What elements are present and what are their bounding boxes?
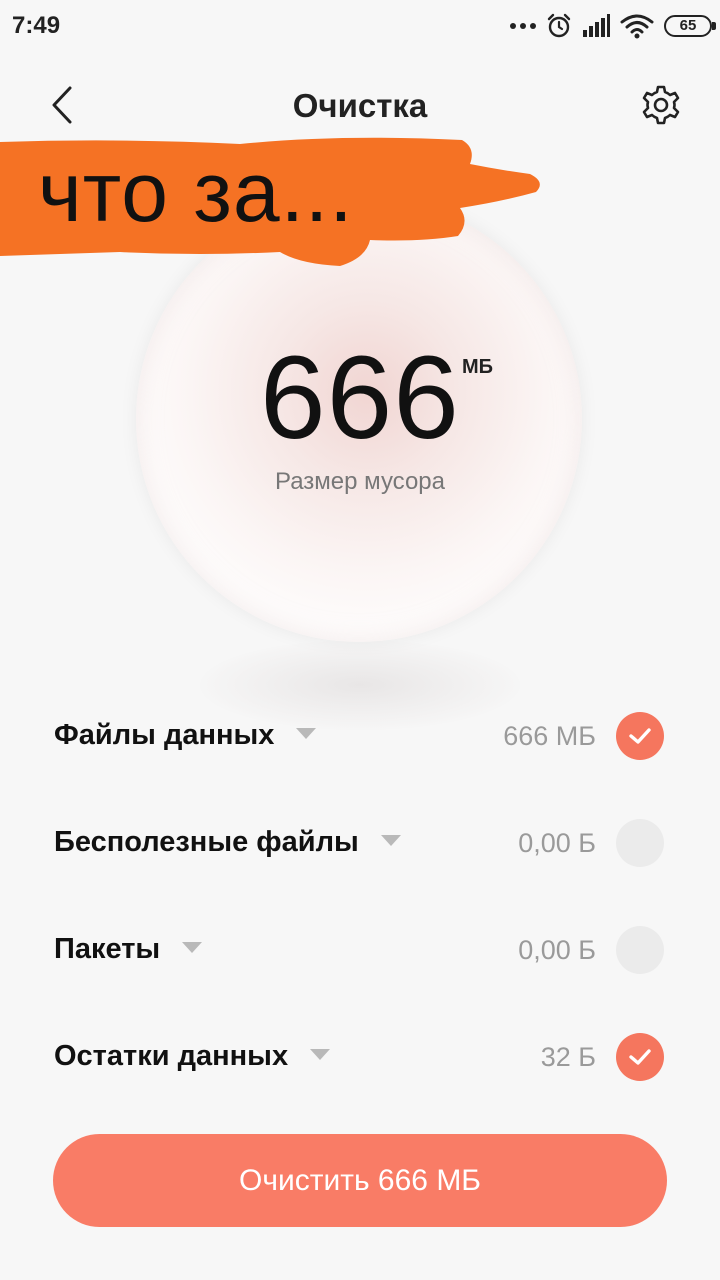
category-size: 0,00 Б bbox=[518, 935, 596, 965]
category-checkbox[interactable] bbox=[616, 1033, 664, 1081]
battery-icon: 65 bbox=[664, 15, 716, 37]
category-checkbox[interactable] bbox=[616, 926, 664, 974]
category-label: Пакеты bbox=[54, 933, 161, 965]
annotation-text: что за... bbox=[38, 145, 354, 239]
list-item[interactable]: Бесполезные файлы 0,00 Б bbox=[0, 790, 720, 897]
category-list: Файлы данных 666 МБ Бесполезные файлы 0,… bbox=[0, 683, 720, 1111]
settings-button[interactable] bbox=[636, 80, 686, 130]
category-checkbox[interactable] bbox=[616, 819, 664, 867]
expand-arrow-icon[interactable] bbox=[310, 1048, 331, 1060]
signal-icon bbox=[583, 14, 610, 37]
checkmark-icon bbox=[629, 1049, 651, 1065]
category-size: 666 МБ bbox=[503, 721, 596, 751]
checkmark-icon bbox=[629, 728, 651, 744]
category-label: Бесполезные файлы bbox=[54, 826, 359, 858]
status-time: 7:49 bbox=[12, 12, 61, 39]
category-size: 32 Б bbox=[540, 1042, 596, 1072]
expand-arrow-icon[interactable] bbox=[380, 834, 401, 846]
category-size: 0,00 Б bbox=[518, 828, 596, 858]
status-icons: 65 bbox=[510, 12, 716, 40]
more-dots-icon bbox=[510, 23, 536, 29]
alarm-icon bbox=[547, 13, 571, 38]
expand-arrow-icon[interactable] bbox=[182, 941, 203, 953]
status-bar: 7:49 65 bbox=[0, 0, 720, 52]
list-item[interactable]: Пакеты 0,00 Б bbox=[0, 897, 720, 1004]
junk-size-caption: Размер мусора bbox=[275, 468, 445, 495]
expand-arrow-icon[interactable] bbox=[296, 727, 317, 739]
category-label: Файлы данных bbox=[54, 719, 275, 751]
clean-button[interactable]: Очистить 666 МБ bbox=[53, 1134, 667, 1227]
category-checkbox[interactable] bbox=[616, 712, 664, 760]
wifi-icon bbox=[620, 14, 654, 39]
junk-size-value: 666 bbox=[260, 332, 460, 464]
page-title: Очистка bbox=[292, 87, 428, 124]
junk-size-unit: МБ bbox=[462, 356, 494, 378]
list-item[interactable]: Остатки данных 32 Б bbox=[0, 1004, 720, 1111]
gear-icon bbox=[642, 85, 680, 125]
cleaner-screen: 7:49 65 Очистка 666 МБ Размер мусора что… bbox=[0, 0, 720, 1280]
list-item[interactable]: Файлы данных 666 МБ bbox=[0, 683, 720, 790]
category-label: Остатки данных bbox=[54, 1040, 289, 1072]
